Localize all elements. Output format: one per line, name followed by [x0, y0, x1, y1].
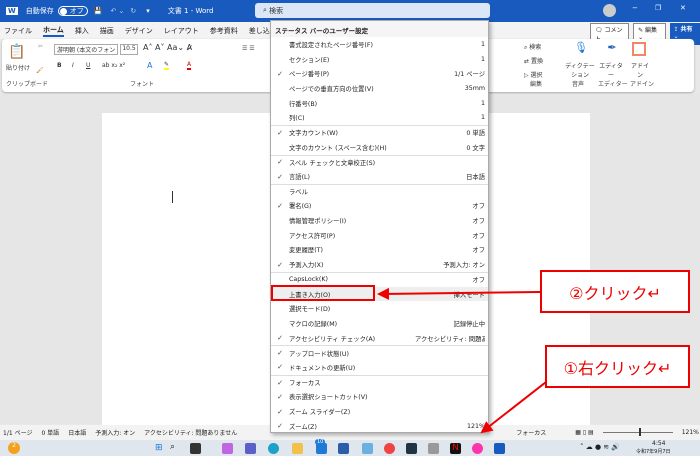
callout-click: ②クリック↵: [540, 270, 690, 313]
callout-right-click: ①右クリック↵: [545, 345, 690, 388]
arrow-to-overwrite: [377, 287, 541, 300]
